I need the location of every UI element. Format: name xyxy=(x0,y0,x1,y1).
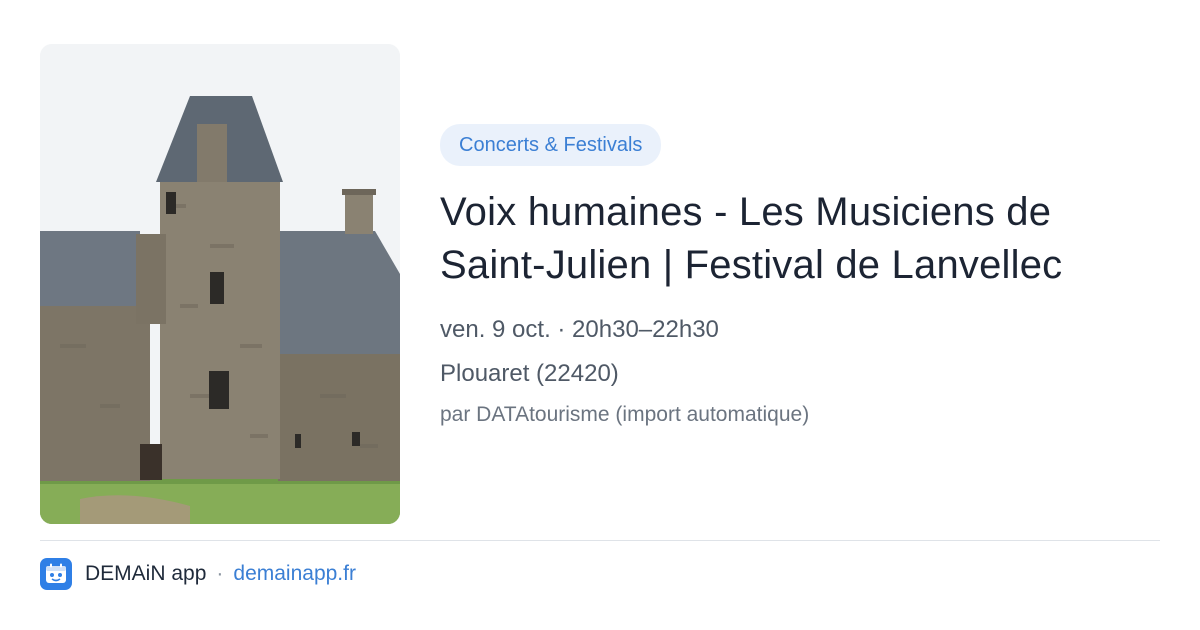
event-title-line-1: Voix humaines - Les Musiciens de xyxy=(440,190,1052,234)
footer-separator: · xyxy=(216,562,224,585)
footer: DEMAiN app · demainapp.fr xyxy=(40,557,356,591)
event-photo[interactable] xyxy=(40,44,400,524)
app-website-link[interactable]: demainapp.fr xyxy=(233,562,356,586)
category-badge[interactable]: Concerts & Festivals xyxy=(440,124,662,166)
event-info: Concerts & Festivals Voix humaines - Les… xyxy=(440,124,1140,428)
event-location: Plouaret (22420) xyxy=(440,360,619,387)
app-name: DEMAiN app xyxy=(85,562,207,585)
footer-divider xyxy=(40,540,1160,541)
demain-app-icon xyxy=(40,558,72,590)
event-organizer: par DATAtourisme (import automatique) xyxy=(440,403,810,426)
event-title-line-2: Saint-Julien | Festival de Lanvellec xyxy=(440,243,1063,287)
event-card[interactable]: Concerts & Festivals Voix humaines - Les… xyxy=(40,44,1160,524)
event-datetime: ven. 9 oct. · 20h30–22h30 xyxy=(440,316,719,343)
event-title[interactable]: Voix humaines - Les Musiciens de Saint-J… xyxy=(440,186,1140,292)
